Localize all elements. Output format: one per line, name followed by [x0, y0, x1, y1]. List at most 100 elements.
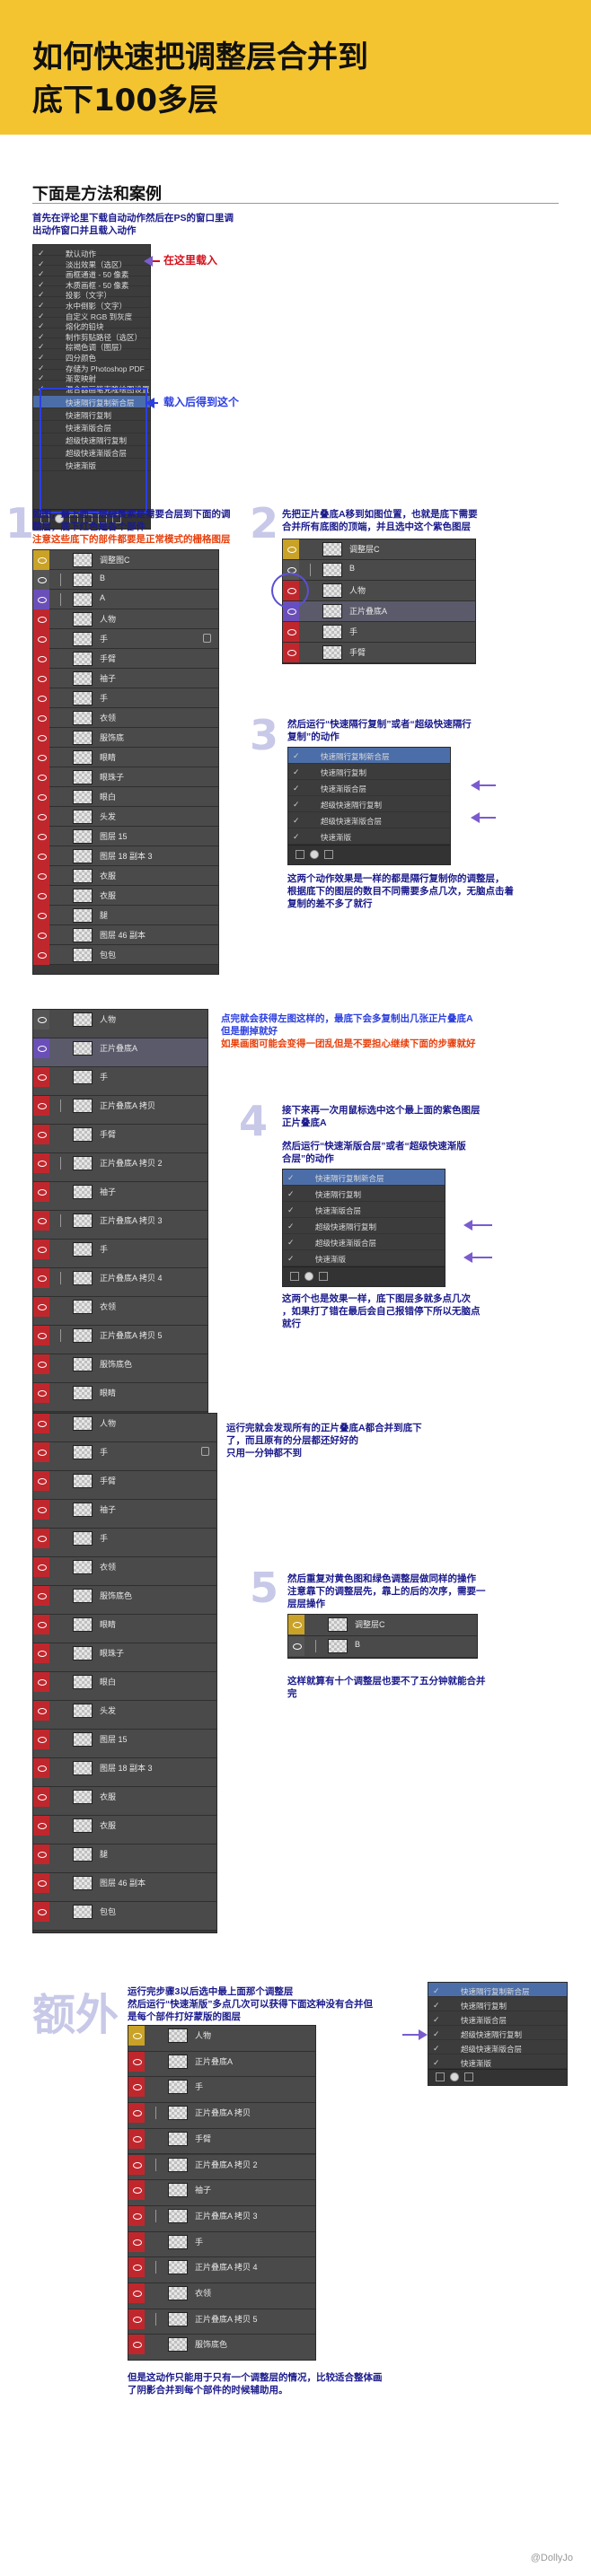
visibility-eye-icon[interactable]	[33, 807, 49, 827]
layer-row[interactable]: B	[288, 1636, 477, 1658]
layer-row[interactable]: A	[33, 590, 218, 609]
visibility-eye-icon[interactable]	[33, 767, 49, 787]
visibility-eye-icon[interactable]	[33, 748, 49, 767]
visibility-eye-icon[interactable]	[33, 688, 49, 708]
layer-row[interactable]: 衣服	[33, 886, 218, 906]
visibility-eye-icon[interactable]	[33, 1615, 49, 1634]
action-item[interactable]: ✓ 快速渐版合层	[428, 2011, 567, 2026]
layer-row[interactable]: 袖子	[33, 1500, 216, 1529]
visibility-eye-icon[interactable]	[33, 906, 49, 925]
visibility-eye-icon[interactable]	[128, 2335, 145, 2355]
layer-row[interactable]: 衣领	[128, 2283, 315, 2309]
visibility-eye-icon[interactable]	[33, 1471, 49, 1491]
layer-row[interactable]: 调整图C	[33, 550, 218, 570]
check-icon[interactable]: ✓	[293, 767, 300, 777]
layer-row[interactable]: 图层 46 副本	[33, 925, 218, 945]
action-item[interactable]: ✓ 超级快速渐版合层	[283, 1234, 445, 1250]
visibility-eye-icon[interactable]	[33, 1787, 49, 1807]
visibility-eye-icon[interactable]	[128, 2283, 145, 2303]
visibility-eye-icon[interactable]	[128, 2205, 145, 2226]
action-item[interactable]: ✓ 超级快速隔行复制	[428, 2026, 567, 2040]
action-item[interactable]: ✓ 制作剪贴路径（选区）	[33, 329, 150, 342]
visibility-eye-icon[interactable]	[33, 708, 49, 728]
layer-row[interactable]: 眼白	[33, 787, 218, 807]
visibility-eye-icon[interactable]	[33, 609, 49, 629]
layer-row[interactable]: 包包	[33, 945, 218, 965]
layer-row[interactable]: 正片叠底A	[283, 601, 475, 622]
visibility-eye-icon[interactable]	[33, 1096, 49, 1116]
visibility-eye-icon[interactable]	[33, 886, 49, 906]
layer-row[interactable]: 眼睛	[33, 748, 218, 767]
visibility-eye-icon[interactable]	[33, 1010, 49, 1030]
layer-row[interactable]: 正片叠底A	[33, 1038, 207, 1067]
layer-row[interactable]: 正片叠底A 拷贝 5	[33, 1326, 207, 1354]
play-icon[interactable]	[319, 1272, 328, 1281]
layer-row[interactable]: 服饰底色	[33, 1586, 216, 1615]
layer-row[interactable]: 正片叠底A 拷贝 2	[128, 2154, 315, 2181]
action-item[interactable]: ✓ 超级快速隔行复制	[288, 796, 450, 812]
layer-row[interactable]: 眼睛	[33, 1615, 216, 1643]
layer-row[interactable]: 眼白	[33, 1672, 216, 1701]
stop-icon[interactable]	[296, 850, 304, 859]
action-item[interactable]: ✓ 默认动作	[33, 245, 150, 258]
visibility-eye-icon[interactable]	[33, 570, 49, 590]
layer-row[interactable]: 腿	[33, 1844, 216, 1873]
layer-row[interactable]: 衣领	[33, 1557, 216, 1586]
stop-icon[interactable]	[290, 1272, 299, 1281]
layer-row[interactable]: 衣服	[33, 866, 218, 886]
action-item[interactable]: ✓ 快速隔行复制	[288, 764, 450, 780]
layer-row[interactable]: 头发	[33, 807, 218, 827]
action-item[interactable]: ✓ 画框通道 - 50 像素	[33, 266, 150, 279]
visibility-eye-icon[interactable]	[33, 787, 49, 807]
action-item[interactable]: ✓ 存储为 Photoshop PDF	[33, 360, 150, 373]
action-item[interactable]: ✓ 四分颜色	[33, 349, 150, 363]
layer-row[interactable]: 手臂	[128, 2128, 315, 2155]
visibility-eye-icon[interactable]	[33, 846, 49, 866]
visibility-eye-icon[interactable]	[128, 2231, 145, 2252]
layer-row[interactable]: 手	[33, 629, 218, 649]
check-icon[interactable]: ✓	[287, 1238, 295, 1248]
visibility-eye-icon[interactable]	[33, 1240, 49, 1259]
visibility-eye-icon[interactable]	[33, 1902, 49, 1922]
visibility-eye-icon[interactable]	[33, 1297, 49, 1317]
visibility-eye-icon[interactable]	[283, 643, 299, 662]
action-item[interactable]: ✓ 淡出效果（选区）	[33, 256, 150, 269]
check-icon[interactable]: ✓	[287, 1189, 295, 1199]
visibility-eye-icon[interactable]	[33, 827, 49, 846]
visibility-eye-icon[interactable]	[33, 590, 49, 609]
layer-row[interactable]: 正片叠底A 拷贝 2	[33, 1153, 207, 1182]
visibility-eye-icon[interactable]	[33, 669, 49, 688]
visibility-eye-icon[interactable]	[33, 1672, 49, 1692]
action-item[interactable]: ✓ 投影（文字）	[33, 286, 150, 300]
layer-row[interactable]: 袖子	[33, 669, 218, 688]
check-icon[interactable]: ✓	[287, 1173, 295, 1183]
action-item[interactable]: ✓ 快速渐版	[288, 828, 450, 845]
layer-row[interactable]: 眼睛	[33, 1383, 207, 1412]
action-item[interactable]: ✓ 自定义 RGB 到灰度	[33, 308, 150, 321]
check-icon[interactable]: ✓	[433, 2001, 440, 2011]
visibility-eye-icon[interactable]	[288, 1636, 304, 1656]
layer-row[interactable]: 人物	[128, 2026, 315, 2052]
visibility-eye-icon[interactable]	[33, 1442, 49, 1462]
visibility-eye-icon[interactable]	[33, 649, 49, 669]
layer-row[interactable]: 手	[33, 1442, 216, 1471]
layer-row[interactable]: 手	[33, 1240, 207, 1268]
action-item[interactable]: ✓ 木质画框 - 50 像素	[33, 276, 150, 290]
action-item[interactable]: ✓ 快速渐版	[283, 1250, 445, 1266]
layer-row[interactable]: 手	[33, 688, 218, 708]
layer-row[interactable]: 人物	[33, 1010, 207, 1038]
visibility-eye-icon[interactable]	[128, 2051, 145, 2072]
visibility-eye-icon[interactable]	[33, 945, 49, 965]
layer-row[interactable]: 图层 46 副本	[33, 1873, 216, 1902]
visibility-eye-icon[interactable]	[33, 1500, 49, 1520]
visibility-eye-icon[interactable]	[33, 1354, 49, 1374]
layer-row[interactable]: B	[283, 560, 475, 581]
layer-row[interactable]: 手臂	[283, 643, 475, 663]
action-item[interactable]: ✓ 熔化的铅块	[33, 318, 150, 331]
layer-row[interactable]: 手	[33, 1067, 207, 1096]
visibility-eye-icon[interactable]	[128, 2257, 145, 2278]
visibility-eye-icon[interactable]	[33, 629, 49, 649]
layer-row[interactable]: 手	[128, 2231, 315, 2258]
action-item[interactable]: ✓ 快速隔行复制新合层	[288, 748, 450, 764]
layer-row[interactable]: 包包	[33, 1902, 216, 1931]
